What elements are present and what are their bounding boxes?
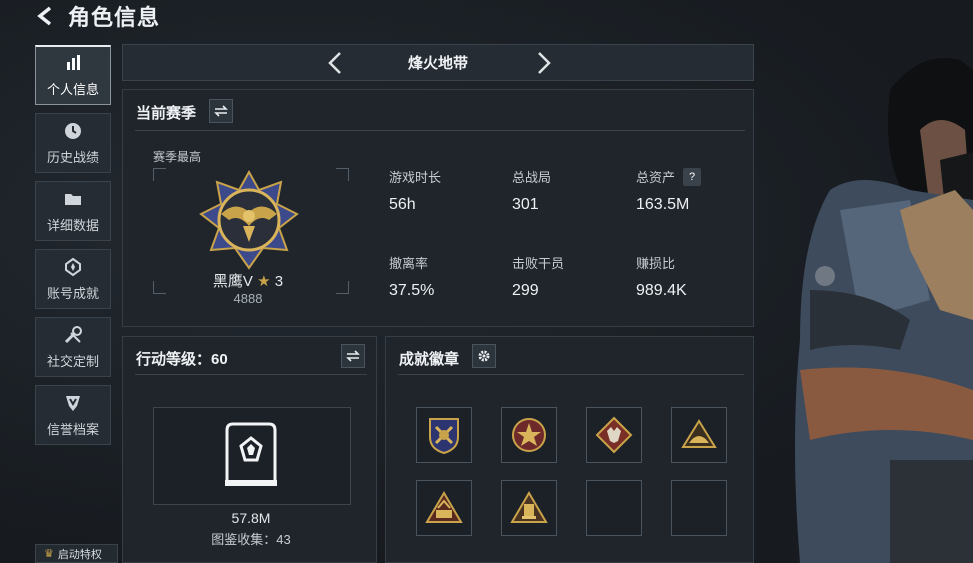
mountain-triangle-badge-icon bbox=[681, 419, 717, 448]
frame-corner bbox=[153, 168, 166, 181]
shield-icon bbox=[66, 395, 80, 411]
stat-profit-loss-ratio: 赚损比 989.4K bbox=[636, 253, 746, 300]
help-icon[interactable]: ? bbox=[683, 167, 702, 186]
stat-label: 撤离率 bbox=[389, 256, 429, 271]
stat-value: 37.5% bbox=[389, 282, 435, 299]
page-title: 角色信息 bbox=[68, 5, 161, 30]
stat-operators-defeated: 击败干员 299 bbox=[512, 253, 622, 300]
stat-total-assets: 总资产 ? 163.5M bbox=[636, 167, 746, 214]
tools-icon bbox=[64, 325, 82, 343]
collection-value: 57.8M bbox=[231, 510, 271, 526]
mode-name: 烽火地带 bbox=[407, 55, 468, 72]
black-hawk-rank-emblem-icon bbox=[199, 170, 299, 270]
divider bbox=[398, 374, 744, 375]
achievement-medal-slot-empty[interactable] bbox=[586, 480, 642, 536]
achievement-medal-slot-empty[interactable] bbox=[671, 480, 727, 536]
stat-label: 总资产 bbox=[636, 170, 676, 185]
achievement-medal-slot[interactable] bbox=[501, 407, 557, 463]
swap-icon bbox=[214, 105, 228, 117]
start-privilege-button[interactable]: ♛ 启动特权 bbox=[35, 544, 118, 563]
star-icon: ★ bbox=[257, 273, 271, 290]
stat-label: 游戏时长 bbox=[389, 170, 442, 185]
achievement-panel: 成就徽章 bbox=[385, 336, 754, 563]
stat-value: 989.4K bbox=[636, 282, 687, 299]
sidebar-item-label: 信誉档案 bbox=[46, 421, 99, 437]
sidebar-item-details[interactable]: 详细数据 bbox=[35, 181, 111, 241]
stat-label: 总战局 bbox=[512, 170, 552, 185]
folder-icon bbox=[65, 193, 81, 205]
mode-selector: 烽火地带 bbox=[122, 44, 754, 81]
achievement-medal-slot[interactable] bbox=[671, 407, 727, 463]
clock-icon bbox=[65, 122, 81, 139]
swap-icon bbox=[346, 350, 360, 362]
number-triangle-badge-icon bbox=[425, 491, 463, 523]
bar-chart-icon bbox=[67, 55, 80, 70]
stat-value: 163.5M bbox=[636, 196, 690, 213]
achievement-medal-slot[interactable] bbox=[501, 480, 557, 536]
achievement-settings-button[interactable] bbox=[472, 344, 496, 368]
divider bbox=[135, 130, 745, 131]
operator-character-image bbox=[795, 58, 973, 563]
prev-mode-arrow-icon[interactable] bbox=[325, 51, 347, 75]
header: 角色信息 bbox=[34, 2, 160, 30]
stat-value: 301 bbox=[512, 196, 539, 213]
sidebar-item-personal-info[interactable]: 个人信息 bbox=[35, 45, 111, 105]
sidebar-item-label: 详细数据 bbox=[46, 217, 99, 233]
medal-icon bbox=[65, 257, 81, 276]
crown-icon: ♛ bbox=[44, 548, 54, 560]
frame-corner bbox=[336, 281, 349, 294]
collection-count: 图鉴收集：43 bbox=[211, 532, 291, 547]
stat-total-matches: 总战局 301 bbox=[512, 167, 622, 214]
back-arrow-icon[interactable] bbox=[34, 4, 58, 28]
gear-icon bbox=[478, 350, 490, 362]
sidebar-item-credit[interactable]: 信誉档案 bbox=[35, 385, 111, 445]
action-level-title: 行动等级：60 bbox=[136, 351, 228, 368]
season-panel: 当前赛季 赛季最高 黑鹰V ★ 3 4888 游戏时长 56h 总战局 301 … bbox=[122, 89, 754, 327]
rank-name-text: 黑鹰V bbox=[212, 273, 253, 290]
sidebar: 个人信息 历史战绩 详细数据 账号成就 社交定制 信誉档案 bbox=[35, 45, 113, 453]
stat-label: 赚损比 bbox=[636, 256, 676, 271]
achievement-title: 成就徽章 bbox=[399, 351, 460, 368]
sidebar-item-label: 历史战绩 bbox=[46, 149, 99, 165]
achievement-medal-slot[interactable] bbox=[416, 480, 472, 536]
achievement-medal-slot[interactable] bbox=[586, 407, 642, 463]
sidebar-item-label: 个人信息 bbox=[46, 82, 99, 97]
stat-play-time: 游戏时长 56h bbox=[389, 167, 499, 214]
wolf-diamond-badge-icon bbox=[595, 416, 633, 454]
star-wreath-badge-icon bbox=[512, 418, 546, 452]
frame-corner bbox=[336, 168, 349, 181]
tower-triangle-badge-icon bbox=[510, 491, 548, 523]
frame-corner bbox=[153, 281, 166, 294]
sidebar-item-history[interactable]: 历史战绩 bbox=[35, 113, 111, 173]
sidebar-item-achievements[interactable]: 账号成就 bbox=[35, 249, 111, 309]
sidebar-item-social[interactable]: 社交定制 bbox=[35, 317, 111, 377]
rank-stars: 3 bbox=[274, 273, 284, 290]
sidebar-item-label: 账号成就 bbox=[46, 285, 99, 301]
rank-score: 4888 bbox=[233, 291, 263, 306]
stat-value: 299 bbox=[512, 282, 539, 299]
next-mode-arrow-icon[interactable] bbox=[532, 51, 554, 75]
stat-label: 击败干员 bbox=[512, 256, 565, 271]
action-level-panel: 行动等级：60 57.8M 图鉴收集：43 bbox=[122, 336, 377, 563]
start-privilege-label: 启动特权 bbox=[57, 548, 102, 561]
divider bbox=[135, 374, 367, 375]
stat-value: 56h bbox=[389, 196, 416, 213]
shield-badge-icon bbox=[429, 418, 459, 455]
season-title: 当前赛季 bbox=[136, 105, 197, 122]
sidebar-item-label: 社交定制 bbox=[46, 353, 99, 369]
display-case-icon bbox=[225, 422, 277, 486]
stat-extraction-rate: 撤离率 37.5% bbox=[389, 253, 499, 300]
achievement-medal-slot[interactable] bbox=[416, 407, 472, 463]
season-best-label: 赛季最高 bbox=[153, 150, 202, 164]
season-switch-button[interactable] bbox=[209, 99, 233, 123]
action-level-switch-button[interactable] bbox=[341, 344, 365, 368]
rank-name: 黑鹰V ★ 3 bbox=[183, 270, 313, 291]
